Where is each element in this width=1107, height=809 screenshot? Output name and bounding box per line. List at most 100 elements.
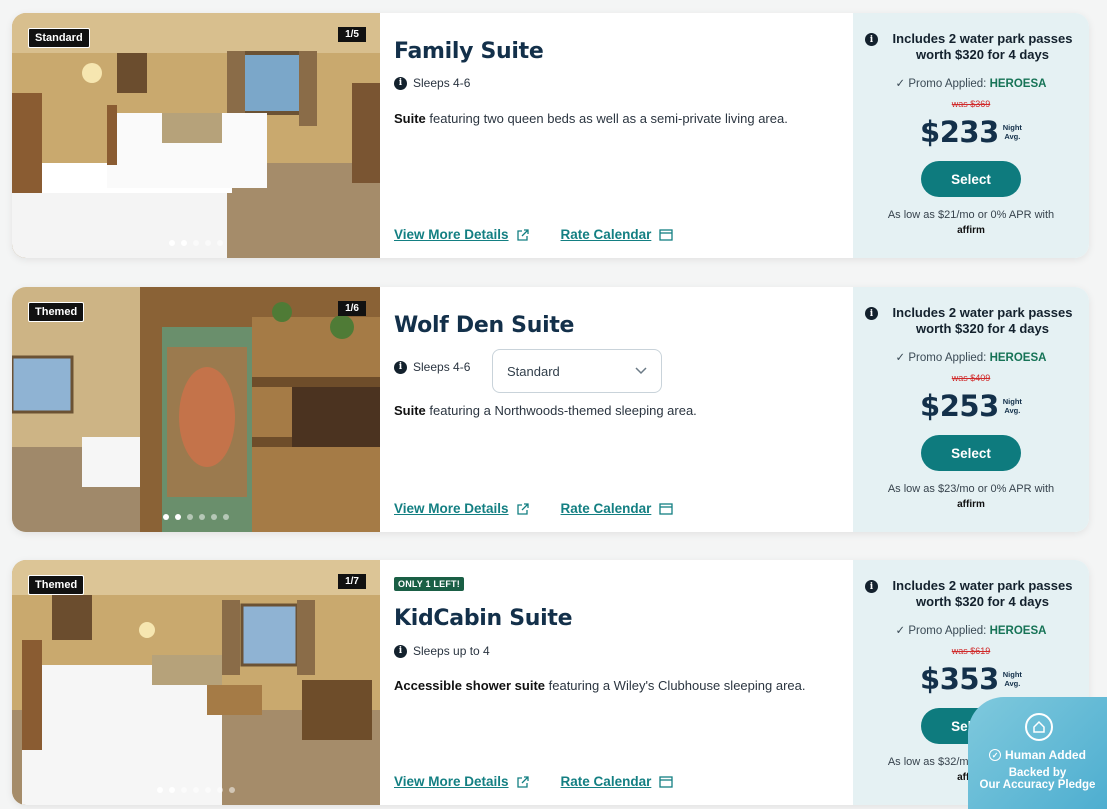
sleeps-info: i Sleeps up to 4: [394, 644, 490, 658]
rate-calendar-link[interactable]: Rate Calendar: [561, 501, 674, 516]
bed-type-value: Standard: [507, 363, 560, 379]
rate-calendar-label: Rate Calendar: [560, 227, 652, 242]
carousel-dot[interactable]: [169, 240, 175, 246]
nightly-price: $253: [920, 389, 999, 423]
room-photo[interactable]: Themed 1/6: [12, 287, 380, 532]
description-highlight: Suite: [394, 111, 426, 126]
was-price: was $409: [951, 373, 991, 383]
info-icon[interactable]: i: [394, 76, 407, 90]
photo-tag: Standard: [28, 28, 90, 48]
carousel-dot[interactable]: [157, 787, 163, 793]
carousel-dots[interactable]: [12, 787, 380, 793]
carousel-dot[interactable]: [169, 787, 175, 793]
sleeps-info: i Sleeps 4-6: [394, 360, 470, 374]
promo-label: Promo Applied:: [908, 625, 990, 637]
room-links: View More Details Rate Calendar: [394, 227, 673, 242]
promo-applied: ✓ Promo Applied: HEROESA: [895, 625, 1047, 637]
room-title: Wolf Den Suite: [394, 313, 575, 338]
promo-code: HEROESA: [989, 78, 1047, 90]
perk-text: Includes 2 water park passes worth $320 …: [892, 578, 1073, 609]
room-photo-image: [12, 560, 380, 805]
human-added-label: ✓ Human Added: [968, 748, 1107, 762]
photo-tag: Themed: [28, 575, 85, 595]
home-icon[interactable]: [1025, 713, 1053, 741]
view-more-details-link[interactable]: View More Details: [394, 501, 529, 516]
external-link-icon: [516, 775, 529, 788]
view-more-details-label: View More Details: [394, 774, 509, 789]
room-card-wolf-den-suite: Themed 1/6 Wolf Den Suite i Sleeps 4-6 S…: [12, 287, 1089, 532]
info-icon[interactable]: i: [865, 580, 878, 593]
carousel-dot[interactable]: [193, 240, 199, 246]
bed-type-select[interactable]: Standard: [492, 349, 662, 393]
was-price: was $369: [951, 99, 991, 109]
promo-code: HEROESA: [989, 352, 1047, 364]
room-card-family-suite: Standard 1/5 Family Suite i Sleeps 4-6 S…: [12, 13, 1089, 258]
carousel-dot[interactable]: [199, 514, 205, 520]
was-price: was $619: [951, 646, 991, 656]
room-photo-image: [12, 287, 380, 532]
info-icon[interactable]: i: [394, 360, 407, 374]
external-link-icon: [516, 228, 529, 241]
backed-by-text: Backed by: [1008, 767, 1067, 779]
night-label: Night: [1002, 397, 1022, 406]
promo-label: Promo Applied:: [908, 78, 990, 90]
accuracy-pledge-widget[interactable]: ✓ Human Added Backed by Our Accuracy Pledg…: [968, 697, 1107, 809]
select-button[interactable]: Select: [921, 435, 1021, 471]
promo-applied: ✓ Promo Applied: HEROESA: [895, 78, 1047, 90]
promo-applied: ✓ Promo Applied: HEROESA: [895, 352, 1047, 364]
info-icon[interactable]: i: [865, 33, 878, 46]
financing-text: As low as $23/mo or 0% APR with: [887, 483, 1055, 495]
description-highlight: Accessible shower suite: [394, 678, 546, 693]
check-circle-icon: ✓: [989, 749, 1002, 761]
carousel-dot[interactable]: [223, 514, 229, 520]
photo-counter: 1/7: [338, 574, 366, 589]
carousel-dots[interactable]: [12, 240, 380, 246]
carousel-dot[interactable]: [187, 514, 193, 520]
view-more-details-label: View More Details: [394, 501, 509, 516]
carousel-dot[interactable]: [217, 240, 223, 246]
rate-calendar-link[interactable]: Rate Calendar: [561, 774, 674, 789]
night-avg-label: Night Avg.: [1003, 670, 1022, 688]
water-park-perk: i Includes 2 water park passes worth $320…: [865, 578, 1081, 610]
external-link-icon: [516, 502, 529, 515]
price-panel: i Includes 2 water park passes worth $320…: [853, 287, 1089, 532]
photo-tag: Themed: [28, 302, 85, 322]
sleeps-label: Sleeps 4-6: [413, 360, 471, 374]
night-label: Night: [1002, 670, 1022, 679]
carousel-dot[interactable]: [193, 787, 199, 793]
carousel-dot[interactable]: [175, 514, 181, 520]
affirm-logo: affirm: [957, 225, 985, 236]
carousel-dot[interactable]: [163, 514, 169, 520]
carousel-dot[interactable]: [217, 787, 223, 793]
view-more-details-label: View More Details: [394, 227, 509, 242]
view-more-details-link[interactable]: View More Details: [394, 227, 529, 242]
rate-calendar-label: Rate Calendar: [560, 501, 652, 516]
room-photo[interactable]: Standard 1/5: [12, 13, 380, 258]
carousel-dot[interactable]: [229, 787, 235, 793]
price-row: $233 Night Avg.: [853, 115, 1089, 149]
photo-counter: 1/5: [338, 27, 366, 42]
carousel-dot[interactable]: [211, 514, 217, 520]
info-icon[interactable]: i: [394, 644, 407, 658]
promo-label: Promo Applied:: [908, 352, 990, 364]
carousel-dot[interactable]: [205, 240, 211, 246]
price-row: $253 Night Avg.: [853, 389, 1089, 423]
calendar-icon: [659, 503, 673, 515]
water-park-perk: i Includes 2 water park passes worth $320…: [865, 305, 1081, 337]
description-highlight: Suite: [394, 403, 426, 418]
select-button[interactable]: Select: [921, 161, 1021, 197]
room-title: KidCabin Suite: [394, 606, 573, 631]
avg-label: Avg.: [1004, 406, 1021, 415]
carousel-dots[interactable]: [12, 514, 380, 520]
carousel-dot[interactable]: [205, 787, 211, 793]
photo-counter: 1/6: [338, 301, 366, 316]
view-more-details-link[interactable]: View More Details: [394, 774, 529, 789]
room-photo[interactable]: Themed 1/7: [12, 560, 380, 805]
info-icon[interactable]: i: [865, 307, 878, 320]
rate-calendar-link[interactable]: Rate Calendar: [561, 227, 674, 242]
nightly-price: $233: [920, 115, 999, 149]
room-description: Suite featuring a Northwoods-themed slee…: [394, 400, 824, 422]
carousel-dot[interactable]: [181, 240, 187, 246]
price-row: $353 Night Avg.: [853, 662, 1089, 696]
carousel-dot[interactable]: [181, 787, 187, 793]
